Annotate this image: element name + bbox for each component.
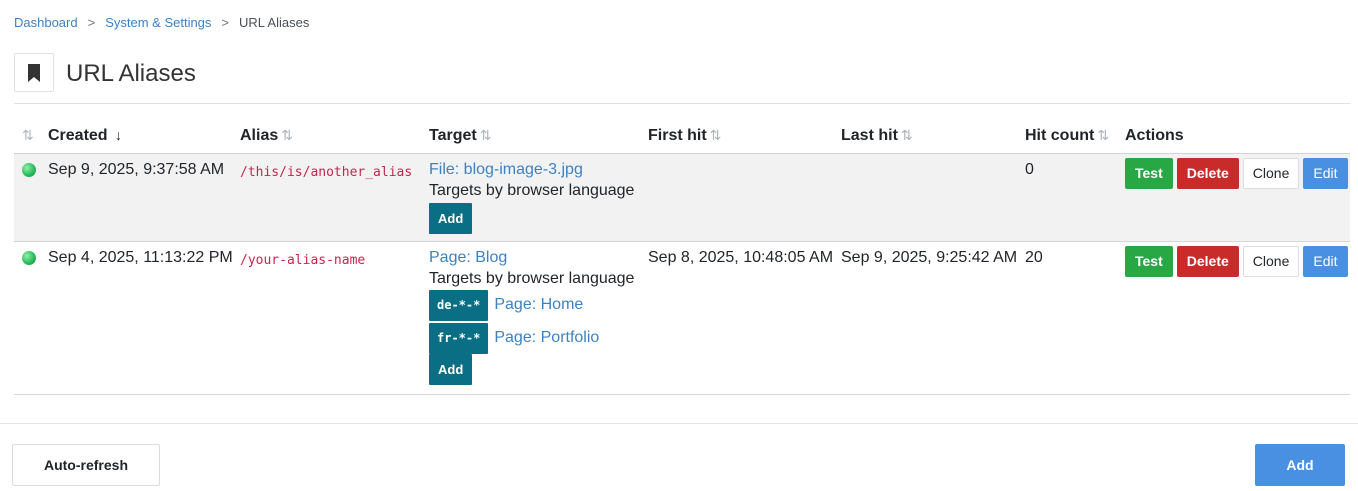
hit-count-cell: 0 — [1025, 153, 1125, 242]
page-title: URL Aliases — [66, 60, 196, 87]
auto-refresh-button[interactable]: Auto-refresh — [12, 444, 160, 486]
language-code-button[interactable]: fr-*-* — [429, 322, 489, 354]
status-column-header[interactable]: ⇅ — [14, 120, 48, 154]
hit-count-cell: 20 — [1025, 241, 1125, 395]
sort-icon: ⇅ — [900, 127, 913, 144]
aliases-table: ⇅ Created ↓ Alias ⇅ Target ⇅ First hit ⇅ La… — [14, 120, 1350, 395]
last-hit-header-label: Last hit — [841, 127, 898, 145]
add-alias-button[interactable]: Add — [1255, 444, 1345, 486]
sort-icon: ⇅ — [1097, 127, 1109, 144]
language-target-link[interactable]: Page: Home — [494, 296, 583, 314]
targets-by-language-label: Targets by browser language — [429, 269, 635, 287]
actions-header-label: Actions — [1125, 127, 1184, 145]
language-target-row: de-*-* Page: Home — [429, 289, 648, 321]
targets-by-language-label: Targets by browser language — [429, 181, 635, 199]
alias-header-label: Alias — [240, 127, 279, 145]
delete-button[interactable]: Delete — [1176, 157, 1239, 189]
sort-icon: ⇅ — [22, 127, 34, 144]
edit-button[interactable]: Edit — [1303, 157, 1348, 189]
target-link[interactable]: Page: Blog — [429, 249, 507, 266]
row-actions: Test Delete Clone Edit — [1125, 157, 1350, 189]
breadcrumb-separator: > — [87, 15, 96, 30]
last-hit-cell: Sep 9, 2025, 9:25:42 AM — [841, 241, 1025, 395]
breadcrumb-separator: > — [221, 15, 230, 30]
target-column-header[interactable]: Target ⇅ — [429, 120, 648, 154]
breadcrumb-dashboard[interactable]: Dashboard — [14, 15, 78, 30]
sort-icon: ⇅ — [281, 127, 293, 144]
table-row: Sep 4, 2025, 11:13:22 PM /your-alias-nam… — [14, 241, 1350, 395]
language-code-button[interactable]: de-*-* — [429, 289, 489, 321]
sort-down-icon: ↓ — [115, 127, 122, 144]
footer-divider — [0, 423, 1358, 424]
row-actions: Test Delete Clone Edit — [1125, 245, 1350, 277]
sort-icon: ⇅ — [479, 127, 492, 144]
target-header-label: Target — [429, 127, 477, 145]
breadcrumb: Dashboard > System & Settings > URL Alia… — [14, 15, 309, 30]
first-hit-cell: Sep 8, 2025, 10:48:05 AM — [648, 241, 841, 395]
actions-column-header: Actions — [1125, 120, 1350, 154]
page-header: URL Aliases — [14, 53, 1350, 104]
language-target-row: fr-*-* Page: Portfolio — [429, 322, 648, 354]
created-column-header[interactable]: Created ↓ — [48, 120, 240, 154]
alias-value: /your-alias-name — [240, 252, 366, 268]
created-cell: Sep 4, 2025, 11:13:22 PM — [48, 241, 240, 395]
last-hit-cell — [841, 153, 1025, 242]
clone-button[interactable]: Clone — [1242, 245, 1300, 277]
first-hit-column-header[interactable]: First hit ⇅ — [648, 120, 841, 154]
bookmark-icon — [14, 53, 54, 92]
first-hit-cell — [648, 153, 841, 242]
delete-button[interactable]: Delete — [1176, 245, 1239, 277]
edit-button[interactable]: Edit — [1303, 245, 1348, 277]
last-hit-column-header[interactable]: Last hit ⇅ — [841, 120, 1025, 154]
test-button[interactable]: Test — [1125, 157, 1173, 189]
table-row: Sep 9, 2025, 9:37:58 AM /this/is/another… — [14, 153, 1350, 242]
created-cell: Sep 9, 2025, 9:37:58 AM — [48, 153, 240, 242]
breadcrumb-system-settings[interactable]: System & Settings — [105, 15, 211, 30]
first-hit-header-label: First hit — [648, 127, 707, 145]
add-language-target-button[interactable]: Add — [429, 202, 473, 234]
alias-column-header[interactable]: Alias ⇅ — [240, 120, 429, 154]
clone-button[interactable]: Clone — [1242, 157, 1300, 189]
table-header-row: ⇅ Created ↓ Alias ⇅ Target ⇅ First hit ⇅ La… — [14, 120, 1350, 154]
created-header-label: Created — [48, 127, 108, 145]
target-link[interactable]: File: blog-image-3.jpg — [429, 161, 583, 178]
add-language-target-button[interactable]: Add — [429, 353, 473, 385]
hit-count-header-label: Hit count — [1025, 127, 1095, 145]
sort-icon: ⇅ — [709, 127, 722, 144]
alias-value: /this/is/another_alias — [240, 164, 413, 180]
status-indicator — [22, 250, 36, 265]
breadcrumb-current: URL Aliases — [239, 15, 310, 30]
language-target-link[interactable]: Page: Portfolio — [494, 329, 599, 347]
hit-count-column-header[interactable]: Hit count ⇅ — [1025, 120, 1125, 154]
status-indicator — [22, 162, 36, 177]
test-button[interactable]: Test — [1125, 245, 1173, 277]
